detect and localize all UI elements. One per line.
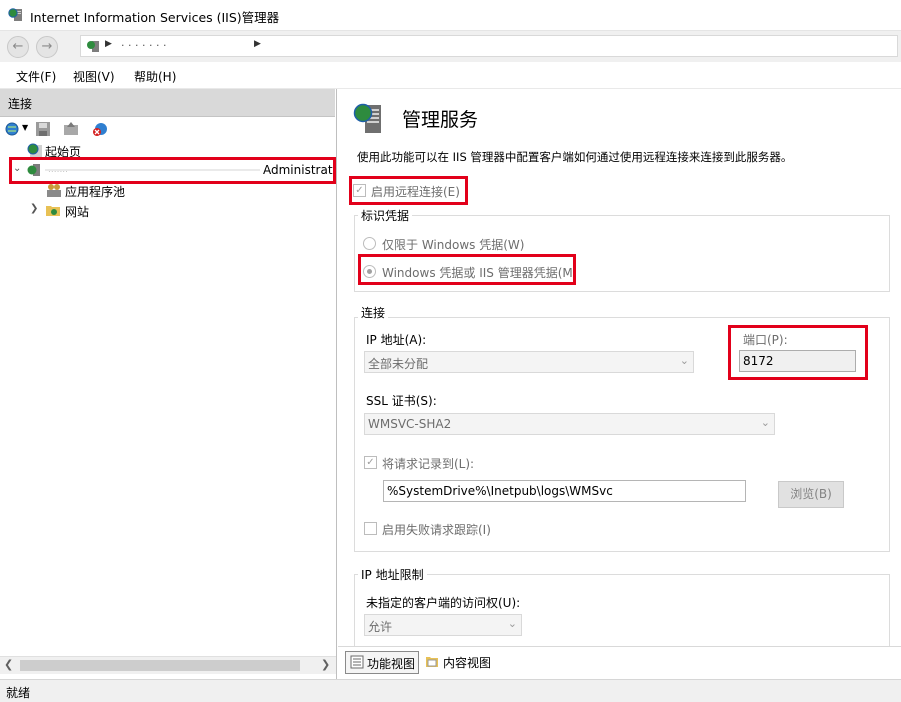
- tree-item-sites[interactable]: 网站: [65, 203, 89, 220]
- menu-bar: 文件(F) 视图(V) 帮助(H): [0, 62, 901, 89]
- unspecified-access-label: 未指定的客户端的访问权(U):: [366, 596, 521, 610]
- back-button[interactable]: ←: [7, 36, 29, 58]
- content-view-label: 内容视图: [443, 656, 492, 670]
- management-service-icon: [353, 103, 381, 133]
- highlight-server-node: [9, 157, 336, 184]
- breadcrumb-arrow-icon[interactable]: ▶: [105, 39, 112, 49]
- server-node-icon: [87, 41, 99, 52]
- menu-file[interactable]: 文件(F): [16, 68, 56, 85]
- tab-content-view[interactable]: 内容视图: [424, 651, 504, 674]
- connections-header: 连接: [0, 89, 335, 117]
- tree-collapse-arrow-icon[interactable]: ❯: [30, 203, 38, 214]
- unspecified-access-value: 允许: [368, 620, 393, 634]
- log-requests-label[interactable]: 将请求记录到(L):: [382, 455, 474, 472]
- dropdown-arrow-icon[interactable]: ▼: [22, 123, 28, 132]
- forward-button[interactable]: →: [36, 36, 58, 58]
- highlight-port: [728, 325, 868, 380]
- ssl-certificate-value: WMSVC-SHA2: [368, 417, 452, 431]
- status-text: 就绪: [6, 686, 31, 700]
- ssl-certificate-label: SSL 证书(S):: [366, 394, 437, 408]
- features-view-icon: [350, 655, 364, 669]
- menu-view[interactable]: 视图(V): [73, 68, 115, 85]
- content-view-icon: [426, 657, 438, 667]
- windows-only-radio[interactable]: [363, 237, 376, 250]
- tab-features-view[interactable]: 功能视图: [345, 651, 419, 674]
- windows-only-label[interactable]: 仅限于 Windows 凭据(W): [382, 236, 524, 253]
- sites-folder-icon: [46, 206, 60, 216]
- features-view-label: 功能视图: [367, 657, 416, 671]
- status-bar: 就绪: [0, 679, 901, 702]
- iis-manager-icon: [8, 8, 22, 21]
- connections-title: 连接: [8, 97, 33, 111]
- ip-address-value: 全部未分配: [368, 357, 429, 371]
- browse-button[interactable]: 浏览(B): [778, 481, 844, 508]
- address-box[interactable]: ▶ · · · · · · · ▶: [80, 35, 898, 57]
- highlight-enable-remote: [349, 176, 468, 205]
- save-icon[interactable]: [35, 121, 51, 137]
- breadcrumb-arrow-icon[interactable]: ▶: [254, 39, 261, 49]
- chevron-down-icon[interactable]: ⌄: [761, 416, 770, 429]
- horizontal-scrollbar[interactable]: ❮ ❯: [0, 656, 336, 674]
- disconnect-icon[interactable]: [92, 121, 108, 137]
- log-path-input[interactable]: %SystemDrive%\Inetpub\logs\WMSvc: [383, 480, 746, 502]
- chevron-down-icon[interactable]: ⌄: [680, 354, 689, 367]
- connection-title: 连接: [358, 304, 389, 321]
- ip-address-select[interactable]: 全部未分配 ⌄: [364, 351, 694, 373]
- log-path-value: %SystemDrive%\Inetpub\logs\WMSvc: [387, 484, 613, 498]
- scrollbar-thumb[interactable]: [20, 660, 300, 671]
- log-requests-checkbox[interactable]: ✓: [364, 456, 377, 469]
- menu-help[interactable]: 帮助(H): [134, 68, 176, 85]
- scroll-left-icon[interactable]: ❮: [4, 658, 13, 671]
- view-tabs: 功能视图 内容视图: [338, 646, 901, 679]
- up-level-icon[interactable]: [63, 121, 79, 137]
- breadcrumb-server[interactable]: · · · · · · ·: [121, 39, 166, 52]
- feature-title: 管理服务: [402, 109, 479, 131]
- ip-address-label: IP 地址(A):: [366, 333, 427, 347]
- app-pools-icon: [47, 184, 61, 197]
- highlight-windows-or-iis: [358, 254, 576, 285]
- failed-request-trace-label[interactable]: 启用失败请求跟踪(I): [382, 521, 491, 538]
- feature-description: 使用此功能可以在 IIS 管理器中配置客户端如何通过使用远程连接来连接到此服务器…: [357, 150, 793, 164]
- ip-restrictions-title: IP 地址限制: [358, 566, 427, 583]
- connections-toolbar: ▼: [0, 117, 335, 142]
- tree-item-app-pools[interactable]: 应用程序池: [65, 183, 125, 200]
- failed-request-trace-checkbox[interactable]: [364, 522, 377, 535]
- connect-icon[interactable]: [5, 121, 21, 137]
- ssl-certificate-select[interactable]: WMSVC-SHA2 ⌄: [364, 413, 775, 435]
- chevron-down-icon[interactable]: ⌄: [508, 617, 517, 630]
- start-page-icon: [27, 143, 42, 157]
- identity-credentials-title: 标识凭据: [358, 207, 413, 224]
- unspecified-access-select[interactable]: 允许 ⌄: [364, 614, 522, 636]
- scroll-right-icon[interactable]: ❯: [321, 658, 330, 671]
- title-bar: Internet Information Services (IIS)管理器: [0, 0, 901, 31]
- window-title: Internet Information Services (IIS)管理器: [30, 10, 280, 25]
